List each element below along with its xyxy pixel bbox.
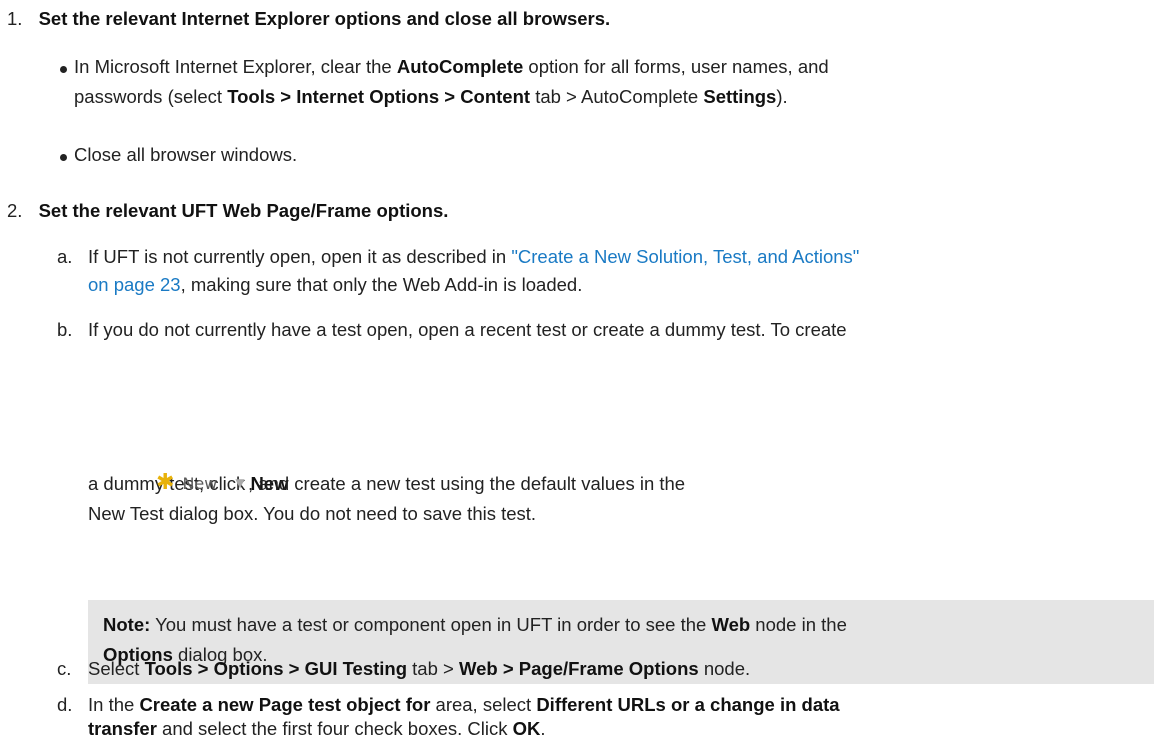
note-line-1: Note: You must have a test or component … (103, 614, 847, 635)
bullet-dot (60, 66, 67, 73)
step-1-heading: Set the relevant Internet Explorer optio… (38, 8, 611, 29)
item-c-line: Select Tools > Options > GUI Testing tab… (88, 658, 751, 679)
item-d-line-1: In the Create a new Page test object for… (88, 694, 840, 715)
new-button-image: ✱ New ▼ (154, 470, 248, 496)
star-icon: ✱ (156, 470, 175, 495)
page-reference-link[interactable]: on page 23 (88, 274, 181, 295)
document-page: 1. Set the relevant Internet Explorer op… (0, 0, 1154, 740)
item-b-line-3: New Test dialog box. You do not need to … (88, 503, 537, 524)
step-1-bullet-1-line-2: passwords (select Tools > Internet Optio… (74, 86, 788, 107)
step-1-bullet-1-line-1: In Microsoft Internet Explorer, clear th… (74, 56, 829, 77)
new-button-label: New (182, 473, 218, 493)
bullet-dot (60, 154, 67, 161)
step-1: 1. Set the relevant Internet Explorer op… (7, 8, 610, 30)
step-2-heading: Set the relevant UFT Web Page/Frame opti… (38, 200, 449, 221)
item-b-line-2b: , and create a new test using the defaul… (248, 473, 686, 494)
item-b-letter: b. (57, 319, 73, 340)
item-b-line-1: If you do not currently have a test open… (88, 319, 847, 340)
item-d-letter: d. (57, 694, 73, 715)
item-a-line-1: If UFT is not currently open, open it as… (88, 246, 860, 267)
item-a-line-2: on page 23, making sure that only the We… (88, 274, 583, 295)
item-c-letter: c. (57, 658, 72, 679)
step-1-number: 1. (7, 8, 23, 29)
item-d-line-2: transfer and select the first four check… (88, 718, 546, 739)
step-2-number: 2. (7, 200, 23, 221)
cross-reference-link[interactable]: "Create a New Solution, Test, and Action… (511, 246, 859, 267)
chevron-down-icon: ▼ (235, 476, 245, 490)
step-2: 2. Set the relevant UFT Web Page/Frame o… (7, 200, 448, 222)
item-a-letter: a. (57, 246, 73, 267)
step-1-bullet-2: Close all browser windows. (74, 144, 298, 165)
